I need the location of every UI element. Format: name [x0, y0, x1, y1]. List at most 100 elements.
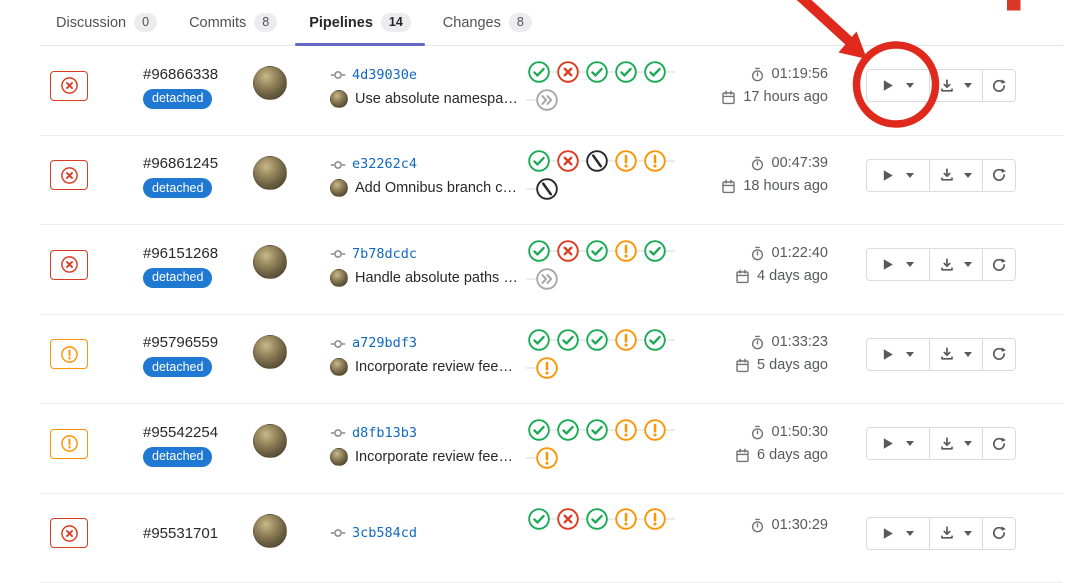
- manual-play-button[interactable]: [867, 160, 929, 191]
- commit-sha-link[interactable]: a729bdf3: [352, 332, 417, 355]
- pipeline-id-link[interactable]: #95531701: [140, 522, 253, 545]
- tab-discussion[interactable]: Discussion 0: [40, 0, 173, 45]
- stage-icon-warning[interactable]: [615, 419, 637, 441]
- download-icon: [939, 346, 955, 362]
- retry-pipeline-button[interactable]: [982, 428, 1015, 459]
- pipeline-status-icon[interactable]: [50, 429, 88, 459]
- pipeline-status-icon[interactable]: [50, 339, 88, 369]
- stage-icon-passed[interactable]: [586, 329, 608, 351]
- commit-author-avatar[interactable]: [330, 448, 348, 466]
- pipeline-id-link[interactable]: #96866338: [140, 63, 253, 86]
- pipeline-id-link[interactable]: #96861245: [140, 152, 253, 175]
- retry-pipeline-button[interactable]: [982, 339, 1015, 370]
- commit-sha-link[interactable]: d8fb13b3: [352, 422, 417, 445]
- stage-icon-passed[interactable]: [528, 240, 550, 262]
- stage-icon-warning[interactable]: [615, 240, 637, 262]
- pipeline-status-icon[interactable]: [50, 518, 88, 548]
- manual-play-button[interactable]: [867, 70, 929, 101]
- stage-icon-passed[interactable]: [586, 240, 608, 262]
- artifacts-download-button[interactable]: [929, 249, 982, 280]
- stage-icon-passed[interactable]: [557, 329, 579, 351]
- manual-play-button[interactable]: [867, 249, 929, 280]
- commit-message[interactable]: Handle absolute paths …: [355, 270, 518, 286]
- play-icon: [882, 169, 894, 182]
- stage-icon-warning[interactable]: [536, 357, 558, 379]
- artifacts-download-button[interactable]: [929, 518, 982, 549]
- avatar[interactable]: [253, 514, 287, 548]
- commit-author-avatar[interactable]: [330, 269, 348, 287]
- commit-author-avatar[interactable]: [330, 358, 348, 376]
- stage-icon-warning[interactable]: [615, 150, 637, 172]
- commit-author-avatar[interactable]: [330, 179, 348, 197]
- stage-icon-warning[interactable]: [615, 329, 637, 351]
- mini-pipeline-graph: [528, 240, 673, 299]
- commit-sha-link[interactable]: e32262c4: [352, 153, 417, 176]
- tab-commits[interactable]: Commits 8: [173, 0, 293, 45]
- stage-icon-passed[interactable]: [557, 419, 579, 441]
- avatar[interactable]: [253, 424, 287, 458]
- pipeline-id-link[interactable]: #95796559: [140, 331, 253, 354]
- stage-icon-passed[interactable]: [644, 329, 666, 351]
- manual-play-button[interactable]: [867, 428, 929, 459]
- avatar[interactable]: [253, 156, 287, 190]
- stage-icon-passed[interactable]: [586, 419, 608, 441]
- stage-icon-failed[interactable]: [557, 61, 579, 83]
- artifacts-download-button[interactable]: [929, 339, 982, 370]
- stage-icon-failed[interactable]: [557, 240, 579, 262]
- commit-sha-link[interactable]: 3cb584cd: [352, 522, 417, 545]
- stage-icon-passed[interactable]: [586, 508, 608, 530]
- stage-icon-canceled[interactable]: [536, 178, 558, 200]
- stage-icon-passed[interactable]: [528, 150, 550, 172]
- commit-author-avatar[interactable]: [330, 90, 348, 108]
- stage-icon-warning[interactable]: [644, 419, 666, 441]
- pipeline-id-link[interactable]: #95542254: [140, 421, 253, 444]
- stage-icon-passed[interactable]: [528, 329, 550, 351]
- commit-sha-link[interactable]: 4d39030e: [352, 64, 417, 87]
- avatar[interactable]: [253, 66, 287, 100]
- retry-pipeline-button[interactable]: [982, 160, 1015, 191]
- stage-icon-passed[interactable]: [615, 61, 637, 83]
- stage-icons-row-1: [528, 61, 666, 83]
- artifacts-download-button[interactable]: [929, 160, 982, 191]
- commit-message[interactable]: Add Omnibus branch c…: [355, 180, 517, 196]
- stage-icon-passed[interactable]: [644, 240, 666, 262]
- pipeline-status-icon[interactable]: [50, 71, 88, 101]
- stage-icon-warning[interactable]: [644, 150, 666, 172]
- commit-icon: [330, 425, 346, 441]
- stage-icon-passed[interactable]: [528, 419, 550, 441]
- manual-play-button[interactable]: [867, 518, 929, 549]
- retry-pipeline-button[interactable]: [982, 70, 1015, 101]
- stage-icon-warning[interactable]: [615, 508, 637, 530]
- stage-icon-failed[interactable]: [557, 508, 579, 530]
- manual-play-button[interactable]: [867, 339, 929, 370]
- stage-icon-passed[interactable]: [528, 61, 550, 83]
- tab-changes[interactable]: Changes 8: [427, 0, 548, 45]
- pipeline-status-icon[interactable]: [50, 160, 88, 190]
- avatar[interactable]: [253, 245, 287, 279]
- artifacts-download-button[interactable]: [929, 428, 982, 459]
- timer-icon: [750, 156, 765, 171]
- commit-message[interactable]: Incorporate review fee…: [355, 449, 513, 465]
- stage-icon-passed[interactable]: [528, 508, 550, 530]
- stage-icon-passed[interactable]: [586, 61, 608, 83]
- stage-icon-failed[interactable]: [557, 150, 579, 172]
- pipeline-row: #96151268 detached 7b78dcdc Handle absol…: [40, 225, 1063, 315]
- stage-icon-warning[interactable]: [644, 508, 666, 530]
- retry-pipeline-button[interactable]: [982, 518, 1015, 549]
- tab-pipelines[interactable]: Pipelines 14: [293, 0, 427, 45]
- pipeline-status-icon[interactable]: [50, 250, 88, 280]
- stage-icon-warning[interactable]: [536, 447, 558, 469]
- stage-icon-passed[interactable]: [644, 61, 666, 83]
- triggerer-cell: [253, 424, 330, 472]
- stage-icon-canceled[interactable]: [586, 150, 608, 172]
- pipeline-id-link[interactable]: #96151268: [140, 242, 253, 265]
- commit-message[interactable]: Incorporate review fee…: [355, 359, 513, 375]
- retry-pipeline-button[interactable]: [982, 249, 1015, 280]
- commit-sha-link[interactable]: 7b78dcdc: [352, 243, 417, 266]
- pipeline-row: #96861245 detached e32262c4 Add Omnibus …: [40, 136, 1063, 226]
- stage-icon-skipped[interactable]: [536, 89, 558, 111]
- stage-icon-skipped[interactable]: [536, 268, 558, 290]
- avatar[interactable]: [253, 335, 287, 369]
- artifacts-download-button[interactable]: [929, 70, 982, 101]
- commit-message[interactable]: Use absolute namespa…: [355, 91, 518, 107]
